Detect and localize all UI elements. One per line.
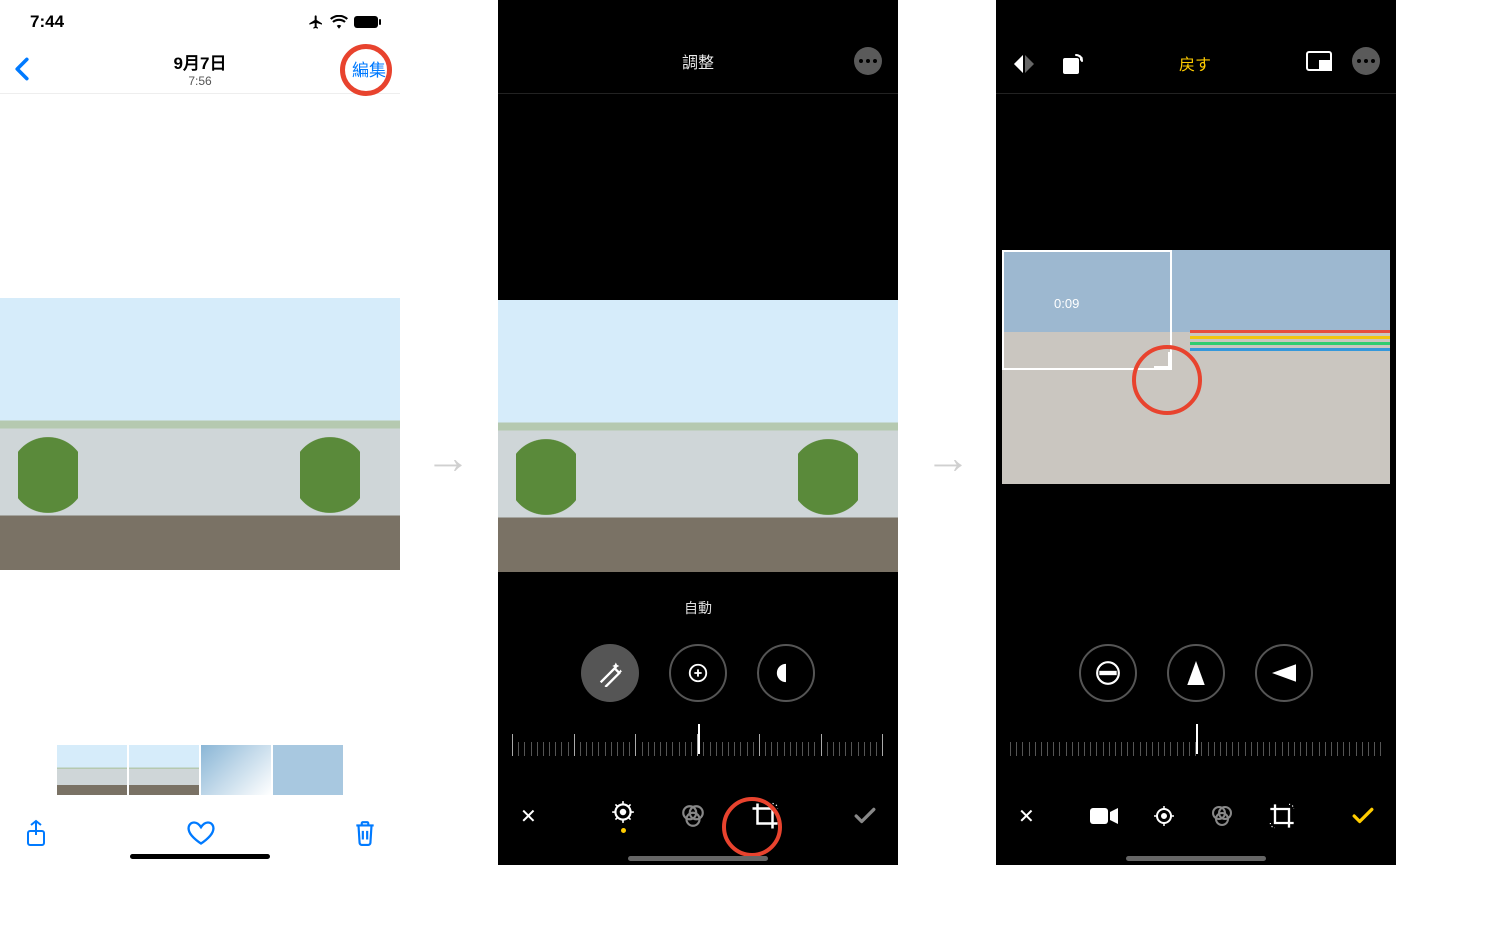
active-tab-indicator [621,828,626,833]
screen-edit-crop: 戻す 0:09 [996,0,1396,865]
edit-top-bar: 調整 [498,0,898,94]
rotate-button[interactable] [1060,53,1084,75]
home-indicator[interactable] [1126,856,1266,861]
delete-button[interactable] [354,820,376,846]
vertical-perspective-button[interactable] [1167,644,1225,702]
exposure-button[interactable] [669,644,727,702]
edit-mode-title: 調整 [682,49,714,73]
slider-needle[interactable] [698,724,700,754]
photo-preview[interactable] [0,298,400,570]
adjustment-name-label: 自動 [498,598,898,618]
adjustment-dials [498,644,898,702]
back-button[interactable] [14,57,30,81]
adjust-tab[interactable] [610,799,636,833]
crop-timecode: 0:09 [1054,296,1079,311]
photo-date: 9月7日 [0,49,400,74]
flip-button[interactable] [1012,53,1036,75]
done-button[interactable] [1352,807,1374,825]
brilliance-button[interactable] [757,644,815,702]
slider-needle[interactable] [1196,724,1198,754]
rotation-controls [996,644,1396,702]
crop-frame[interactable] [1002,250,1172,370]
adjustment-slider[interactable] [512,728,884,756]
done-button[interactable] [854,807,876,825]
home-indicator[interactable] [130,854,270,859]
horizontal-perspective-button[interactable] [1255,644,1313,702]
crop-top-bar: 戻す [996,0,1396,94]
favorite-button[interactable] [187,820,215,846]
screen-photos-viewer: 7:44 9月7日 7:56 編集 [0,0,400,865]
airplane-mode-icon [308,14,324,30]
adjust-tab[interactable] [1152,804,1176,828]
crop-canvas[interactable]: 0:09 [1002,250,1390,484]
status-time: 7:44 [30,12,64,32]
photo-canvas[interactable] [498,300,898,572]
rotation-slider[interactable] [1010,728,1382,756]
flow-arrow-2: → [925,430,971,484]
edit-button[interactable]: 編集 [352,56,386,81]
cancel-button[interactable]: ✕ [1018,804,1035,829]
revert-button[interactable]: 戻す [1179,51,1211,75]
thumbnail[interactable] [57,745,127,795]
thumbnail[interactable] [201,745,271,795]
cancel-button[interactable]: ✕ [520,804,537,829]
video-tab[interactable] [1090,806,1118,826]
screen-edit-adjust: 調整 自動 ✕ [498,0,898,865]
edit-bottom-bar: ✕ [498,785,898,847]
share-button[interactable] [24,819,48,847]
crop-tab-active[interactable] [1268,802,1296,830]
thumbnail-strip[interactable] [0,745,400,801]
thumbnail[interactable] [273,745,343,795]
battery-icon [354,15,382,29]
more-options-button[interactable] [1352,47,1380,75]
auto-enhance-button[interactable] [581,644,639,702]
thumbnail[interactable] [129,745,199,795]
filters-tab[interactable] [680,803,706,829]
aspect-ratio-button[interactable] [1306,51,1332,71]
edit-bottom-bar: ✕ [996,785,1396,847]
filters-tab[interactable] [1210,804,1234,828]
status-bar: 7:44 [0,0,400,44]
more-options-button[interactable] [854,47,882,75]
home-indicator[interactable] [628,856,768,861]
flow-arrow-1: → [425,430,471,484]
wifi-icon [330,15,348,29]
photo-time: 7:56 [0,74,400,88]
crop-tab[interactable] [750,801,780,831]
nav-bar: 9月7日 7:56 編集 [0,44,400,94]
straighten-button[interactable] [1079,644,1137,702]
